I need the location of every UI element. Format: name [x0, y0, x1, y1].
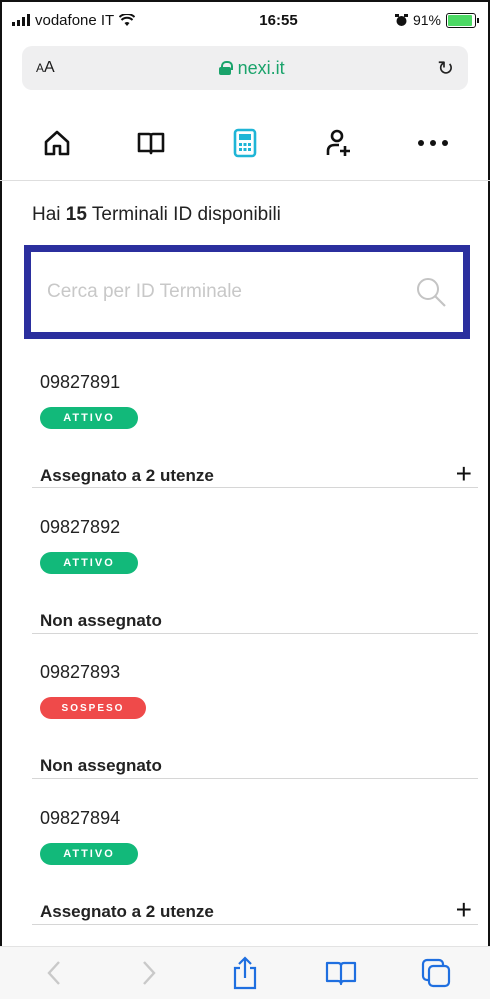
terminals-count-heading: Hai 15 Terminali ID disponibili	[32, 204, 281, 226]
terminal-id: 09827892	[40, 517, 121, 537]
share-icon[interactable]	[225, 953, 265, 993]
list-item[interactable]: 09827893 SOSPESO Non assegnato	[40, 662, 476, 775]
status-badge: ATTIVO	[40, 552, 138, 574]
forward-icon[interactable]	[129, 953, 169, 993]
text-size-button[interactable]: AA	[36, 59, 96, 77]
status-bar: vodafone IT 16:55 91%	[0, 0, 490, 40]
search-input[interactable]	[47, 281, 415, 303]
more-icon[interactable]	[413, 123, 453, 163]
terminals-count: 15	[65, 204, 87, 225]
assignment-label: Non assegnato	[40, 611, 162, 630]
signal-icon	[12, 14, 30, 26]
browser-toolbar	[0, 946, 490, 999]
battery-percent: 91%	[412, 12, 441, 28]
list-item[interactable]: 09827892 ATTIVO Non assegnato	[40, 517, 476, 630]
terminal-id: 09827891	[40, 372, 121, 392]
heading-prefix: Hai	[32, 204, 61, 225]
search-box	[24, 245, 470, 339]
list-divider	[32, 778, 478, 779]
home-icon[interactable]	[37, 123, 77, 163]
status-badge: ATTIVO	[40, 407, 138, 429]
nav-divider	[0, 180, 490, 181]
list-divider	[32, 487, 478, 488]
calculator-terminal-icon[interactable]	[225, 123, 265, 163]
tabs-icon[interactable]	[416, 953, 456, 993]
app-nav	[0, 118, 490, 168]
search-icon[interactable]	[415, 276, 447, 308]
battery-icon	[446, 12, 479, 28]
list-divider	[32, 924, 478, 925]
expand-plus-icon[interactable]: +	[456, 460, 472, 488]
lock-icon	[218, 61, 233, 75]
address-bar[interactable]: AA nexi.it ↻	[22, 46, 468, 90]
assignment-label: Assegnato a 2 utenze	[40, 902, 214, 921]
alarm-icon	[394, 13, 408, 26]
list-item[interactable]: 09827894 ATTIVO Assegnato a 2 utenze +	[40, 808, 476, 924]
wifi-icon	[119, 13, 136, 26]
heading-suffix: Terminali ID disponibili	[91, 204, 281, 225]
assignment-label: Non assegnato	[40, 756, 162, 775]
terminal-id: 09827893	[40, 662, 121, 682]
url-text: nexi.it	[237, 57, 285, 78]
clock: 16:55	[259, 11, 298, 29]
book-icon[interactable]	[131, 123, 171, 163]
back-icon[interactable]	[34, 953, 74, 993]
list-divider	[32, 633, 478, 634]
carrier-label: vodafone IT	[35, 11, 115, 29]
status-badge: SOSPESO	[40, 697, 146, 719]
add-user-icon[interactable]	[319, 123, 359, 163]
terminal-id: 09827894	[40, 808, 121, 828]
status-badge: ATTIVO	[40, 843, 138, 865]
expand-plus-icon[interactable]: +	[456, 896, 472, 924]
bookmarks-icon[interactable]	[321, 953, 361, 993]
list-item[interactable]: 09827891 ATTIVO Assegnato a 2 utenze +	[40, 372, 476, 488]
reload-icon[interactable]: ↻	[437, 56, 454, 81]
assignment-label: Assegnato a 2 utenze	[40, 466, 214, 485]
